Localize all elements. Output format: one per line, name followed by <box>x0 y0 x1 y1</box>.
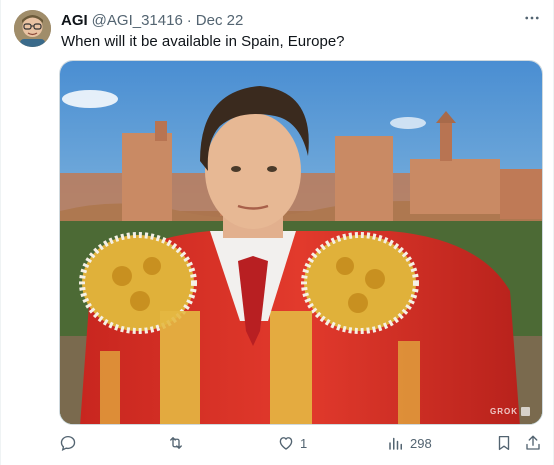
avatar[interactable] <box>14 10 51 47</box>
tweet-image[interactable]: GROK <box>59 60 543 425</box>
views-chart-icon <box>387 434 405 452</box>
bookmark-button[interactable] <box>495 430 513 456</box>
share-icon <box>524 434 542 452</box>
action-bar: 1 298 <box>59 430 546 456</box>
watermark-text: GROK <box>490 407 518 416</box>
more-dots-icon <box>523 9 541 32</box>
heart-icon <box>277 434 295 452</box>
bookmark-icon <box>495 434 513 452</box>
retweet-button[interactable] <box>167 430 190 456</box>
tweet-card[interactable]: AGI @AGI_31416 · Dec 22 When will it be … <box>0 0 554 465</box>
tweet-date[interactable]: Dec 22 <box>196 12 244 29</box>
tweet-text: When will it be available in Spain, Euro… <box>61 33 345 50</box>
views-count: 298 <box>410 435 432 451</box>
grok-logo-icon <box>521 407 530 416</box>
reply-button[interactable] <box>59 430 82 456</box>
grok-watermark: GROK <box>490 407 530 416</box>
matador-photo <box>60 61 542 424</box>
reply-icon <box>59 434 77 452</box>
more-button[interactable] <box>521 10 543 30</box>
retweet-icon <box>167 434 185 452</box>
like-button[interactable]: 1 <box>277 430 307 456</box>
share-button[interactable] <box>524 430 542 456</box>
like-count: 1 <box>300 435 308 451</box>
views-button[interactable]: 298 <box>387 430 432 456</box>
author-handle[interactable]: @AGI_31416 <box>92 12 183 29</box>
separator-dot: · <box>186 11 192 29</box>
tweet-header: AGI @AGI_31416 · Dec 22 <box>61 10 243 30</box>
author-name[interactable]: AGI <box>61 12 88 29</box>
